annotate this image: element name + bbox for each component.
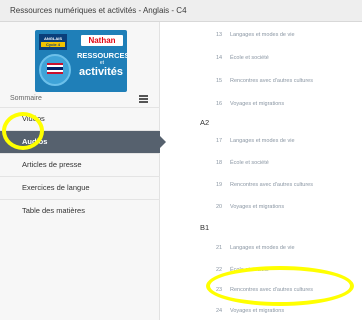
- sidebar-item-audios[interactable]: Audios: [0, 130, 166, 153]
- list-item[interactable]: 17 Langages et modes de vie: [160, 131, 362, 151]
- list-item[interactable]: 14 École et société: [160, 48, 362, 68]
- list-item[interactable]: 20 Voyages et migrations: [160, 197, 362, 217]
- list-item[interactable]: 16 Voyages et migrations: [160, 94, 362, 114]
- item-title: École et société: [230, 267, 269, 273]
- cover-tag-subject: ANGLAIS: [44, 36, 62, 41]
- item-title: Rencontres avec d'autres cultures: [230, 287, 313, 293]
- item-number: 13: [216, 32, 223, 38]
- item-title: Rencontres avec d'autres cultures: [230, 182, 313, 188]
- list-item[interactable]: 13 Langages et modes de vie: [160, 25, 362, 45]
- item-title: Voyages et migrations: [230, 204, 285, 210]
- item-number: 20: [216, 204, 223, 210]
- list-item[interactable]: 24 Voyages et migrations: [160, 301, 362, 320]
- publisher-logo: Nathan: [81, 35, 123, 46]
- sidebar-item-table-of-contents[interactable]: Table des matières: [0, 199, 160, 222]
- summary-header: Sommaire: [10, 92, 150, 106]
- list-item[interactable]: 21 Langages et modes de vie: [160, 238, 362, 258]
- item-number: 19: [216, 182, 223, 188]
- cover-title-line3: activités: [78, 66, 124, 78]
- sidebar: ANGLAIS Cycle 4 Nathan RESSOURCES et act…: [0, 22, 166, 320]
- item-title: Langages et modes de vie: [230, 32, 295, 38]
- item-title: Langages et modes de vie: [230, 245, 295, 251]
- item-title: Voyages et migrations: [230, 101, 285, 107]
- list-item[interactable]: 15 Rencontres avec d'autres cultures: [160, 71, 362, 91]
- item-number: 18: [216, 160, 223, 166]
- section-heading-b1: B1: [200, 223, 210, 232]
- cover-tag-cycle: Cycle 4: [41, 42, 65, 47]
- item-number: 16: [216, 101, 223, 107]
- cover-level-tag: ANGLAIS Cycle 4: [39, 34, 67, 50]
- book-cover: ANGLAIS Cycle 4 Nathan RESSOURCES et act…: [35, 30, 127, 92]
- item-number: 17: [216, 138, 223, 144]
- sidebar-item-press-articles[interactable]: Articles de presse: [0, 153, 160, 176]
- list-icon[interactable]: [139, 95, 148, 103]
- list-item[interactable]: 22 École et société: [160, 260, 362, 280]
- audio-list: 13 Langages et modes de vie 14 École et …: [160, 22, 362, 320]
- list-item[interactable]: 23 Rencontres avec d'autres cultures: [160, 280, 362, 300]
- window-title: Ressources numériques et activités - Ang…: [0, 0, 362, 22]
- item-title: Langages et modes de vie: [230, 138, 295, 144]
- section-heading-a2: A2: [200, 118, 210, 127]
- item-title: École et société: [230, 160, 269, 166]
- item-title: Rencontres avec d'autres cultures: [230, 78, 313, 84]
- sidebar-item-language-exercises[interactable]: Exercices de langue: [0, 176, 160, 199]
- item-title: Voyages et migrations: [230, 308, 285, 314]
- item-title: École et société: [230, 55, 269, 61]
- item-number: 22: [216, 267, 223, 273]
- item-number: 24: [216, 308, 223, 314]
- list-item[interactable]: 19 Rencontres avec d'autres cultures: [160, 175, 362, 195]
- summary-label: Sommaire: [10, 95, 42, 102]
- list-item[interactable]: 18 École et société: [160, 153, 362, 173]
- item-number: 21: [216, 245, 223, 251]
- uk-flag-icon: [47, 63, 63, 74]
- item-number: 23: [216, 287, 223, 293]
- sidebar-item-videos[interactable]: Vidéos: [0, 107, 160, 130]
- item-number: 15: [216, 78, 223, 84]
- cover-title-line1: RESSOURCES: [77, 51, 127, 60]
- item-number: 14: [216, 55, 223, 61]
